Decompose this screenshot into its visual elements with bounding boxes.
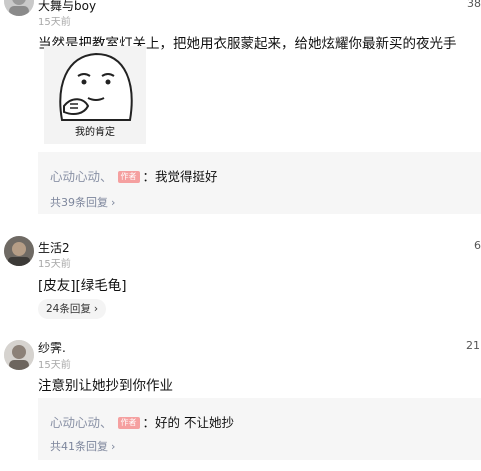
like-count[interactable]: 38 (467, 0, 481, 10)
user-avatar-icon (4, 0, 34, 16)
reply-line: 心动心动、 作者 ：我觉得挺好 (50, 166, 218, 185)
chevron-right-icon: › (111, 440, 116, 453)
reply-line: 心动心动、 作者 ：好的 不让她抄 (50, 412, 234, 431)
username[interactable]: 纱霁. (38, 339, 66, 356)
sticker-caption: 我的肯定 (75, 127, 115, 138)
replies-pill-button[interactable]: 24条回复 › (38, 299, 107, 319)
user-avatar-icon (4, 340, 34, 370)
timestamp: 15天前 (38, 360, 71, 371)
reply-count-link[interactable]: 共41条回复 › (50, 438, 115, 454)
like-count[interactable]: 6 (474, 239, 481, 252)
like-count[interactable]: 21 (466, 339, 480, 352)
meme-face-sticker-icon (59, 52, 133, 121)
reply-username[interactable]: 心动心动、 (50, 415, 113, 430)
avatar[interactable] (4, 0, 34, 16)
chevron-right-icon: › (93, 303, 99, 315)
comment-text: 注意别让她抄到你作业 (38, 378, 173, 394)
author-badge: 作者 (117, 171, 140, 183)
username[interactable]: 生活2 (38, 239, 70, 256)
reply-count-link[interactable]: 共39条回复 › (50, 194, 115, 210)
chevron-right-icon: › (111, 196, 116, 209)
username[interactable]: 大舞与boy (38, 0, 96, 14)
avatar[interactable] (4, 236, 34, 266)
reply-box[interactable]: 心动心动、 作者 ：好的 不让她抄 共41条回复 › (38, 398, 481, 460)
user-avatar-icon (4, 236, 34, 266)
reply-count: 共39条回复 (50, 196, 108, 209)
timestamp: 15天前 (38, 259, 71, 270)
reply-text: ：我觉得挺好 (142, 169, 218, 184)
reply-count: 24条回复 (46, 303, 91, 315)
sticker-image[interactable]: 我的肯定 (44, 46, 146, 144)
timestamp: 15天前 (38, 17, 71, 28)
author-badge: 作者 (117, 417, 140, 429)
avatar[interactable] (4, 340, 34, 370)
comment-text: [皮友][绿毛龟] (38, 278, 127, 294)
reply-count: 共41条回复 (50, 440, 108, 453)
reply-username[interactable]: 心动心动、 (50, 169, 113, 184)
reply-box[interactable]: 心动心动、 作者 ：我觉得挺好 共39条回复 › (38, 152, 481, 214)
reply-text: ：好的 不让她抄 (142, 415, 234, 430)
